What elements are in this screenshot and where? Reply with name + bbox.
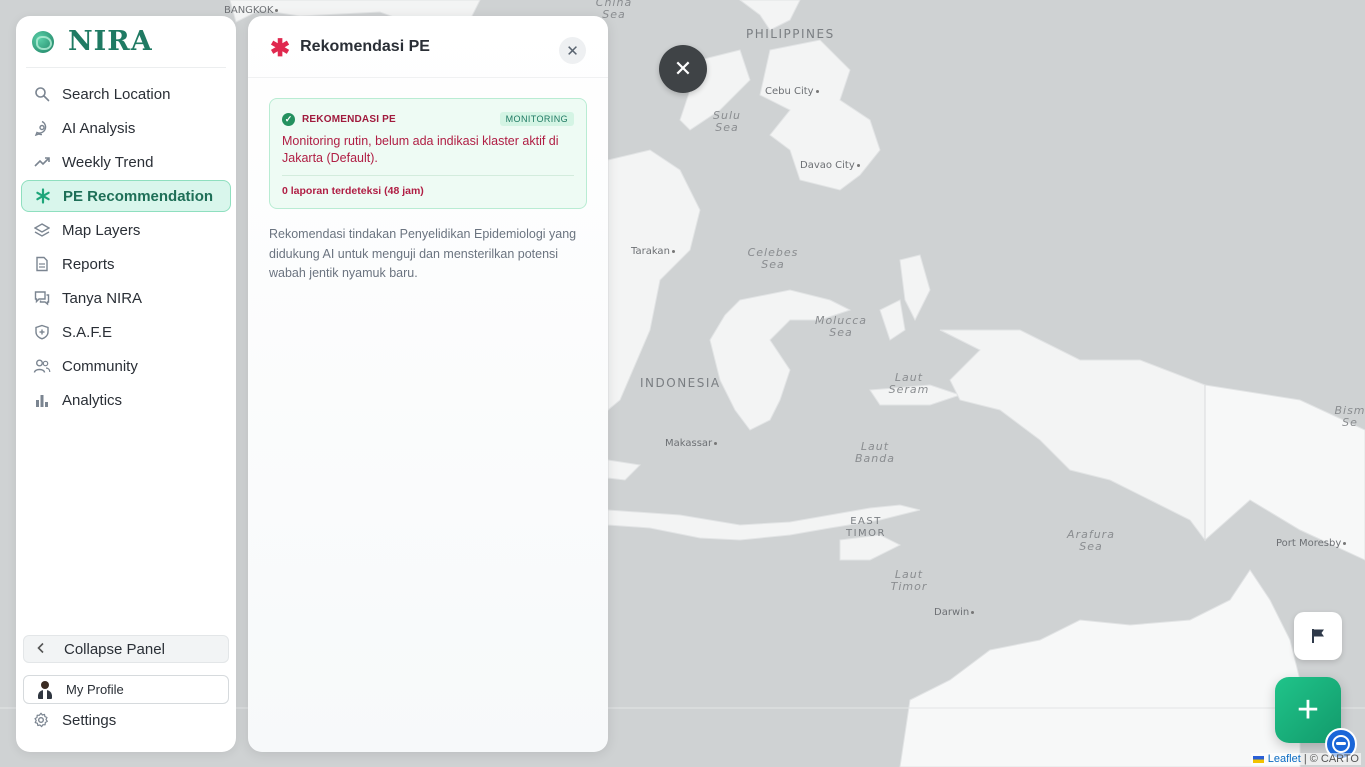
sidebar-item-map-layers[interactable]: Map Layers xyxy=(21,214,231,246)
city-cebu: Cebu City xyxy=(765,86,819,97)
my-profile-label: My Profile xyxy=(66,682,124,697)
sidebar-item-label: S.A.F.E xyxy=(62,323,113,341)
city-port-moresby: Port Moresby xyxy=(1276,538,1346,549)
panel-title: Rekomendasi PE xyxy=(300,37,430,55)
sidebar-item-analytics[interactable]: Analytics xyxy=(21,384,231,416)
map-label-arafura-sea: Arafura Sea xyxy=(1067,528,1115,553)
map-label-indonesia: INDONESIA xyxy=(640,376,721,390)
panel-close-button[interactable]: ✕ xyxy=(559,37,586,64)
collapse-panel-label: Collapse Panel xyxy=(64,640,165,658)
sidebar-item-label: Analytics xyxy=(62,391,123,409)
sidebar-item-label: Map Layers xyxy=(62,221,141,239)
sidebar-item-search-location[interactable]: Search Location xyxy=(21,78,231,110)
settings-label: Settings xyxy=(62,711,117,729)
map-label-seram-sea: Laut Seram xyxy=(888,371,930,396)
city-bangkok: BANGKOK xyxy=(224,5,278,16)
city-tarakan: Tarakan xyxy=(631,246,675,257)
check-circle-icon: ✓ xyxy=(282,112,295,126)
my-profile-button[interactable]: My Profile xyxy=(23,675,229,704)
sidebar-item-community[interactable]: Community xyxy=(21,350,231,382)
sidebar-item-label: Community xyxy=(62,357,138,375)
sidebar-item-weekly-trend[interactable]: Weekly Trend xyxy=(21,146,231,178)
sidebar-item-label: Tanya NIRA xyxy=(62,289,143,307)
logo[interactable]: NIRA xyxy=(26,16,226,68)
plus-icon: + xyxy=(1296,688,1320,731)
ukraine-flag-icon xyxy=(1252,755,1264,763)
map-label-timor-sea: Laut Timor xyxy=(890,568,928,593)
map-label-philippines: PHILIPPINES xyxy=(746,27,835,41)
chat-icon xyxy=(33,289,51,307)
recommendation-card: ✓ REKOMENDASI PE MONITORING Monitoring r… xyxy=(269,98,587,209)
chevron-left-icon xyxy=(36,641,50,658)
sidebar-item-ai-analysis[interactable]: AI Analysis xyxy=(21,112,231,144)
asterisk-icon xyxy=(34,187,52,205)
logo-text: NIRA xyxy=(68,26,153,57)
flag-icon xyxy=(1312,629,1324,643)
map-label-bismarck: Bism Se xyxy=(1334,404,1365,429)
close-icon: ✕ xyxy=(673,56,693,81)
search-icon xyxy=(33,85,51,103)
sidebar-item-label: Reports xyxy=(62,255,115,273)
map-attribution: Leaflet | © CARTO xyxy=(1250,753,1361,765)
sidebar-item-safe[interactable]: S.A.F.E xyxy=(21,316,231,348)
leaflet-link[interactable]: Leaflet xyxy=(1268,753,1301,765)
sidebar-item-tanya-nira[interactable]: Tanya NIRA xyxy=(21,282,231,314)
status-badge: MONITORING xyxy=(499,112,574,126)
divider xyxy=(282,175,574,176)
settings-button[interactable]: Settings xyxy=(21,708,231,732)
sidebar-item-label: PE Recommendation xyxy=(63,187,214,205)
bar-chart-icon xyxy=(33,391,51,409)
globe-logo-icon xyxy=(32,30,54,53)
city-darwin: Darwin xyxy=(934,607,974,618)
community-icon xyxy=(33,357,51,375)
sidebar-item-reports[interactable]: Reports xyxy=(21,248,231,280)
map-label-sulu-sea: Sulu Sea xyxy=(713,109,741,134)
sidebar-item-label: AI Analysis xyxy=(62,119,136,137)
report-icon xyxy=(33,255,51,273)
ai-analysis-icon xyxy=(33,119,51,137)
carto-attribution: | © CARTO xyxy=(1303,753,1359,765)
sidebar-nav: Search Location AI Analysis Weekly Trend… xyxy=(16,68,236,416)
sidebar-item-label: Weekly Trend xyxy=(62,153,154,171)
pe-recommendation-panel: ✱ Rekomendasi PE ✕ ✓ REKOMENDASI PE MONI… xyxy=(248,16,608,752)
map-label-celebes-sea: Celebes Sea xyxy=(747,246,799,271)
close-icon: ✕ xyxy=(566,42,579,60)
layers-icon xyxy=(33,221,51,239)
trend-icon xyxy=(33,153,51,171)
map-label-molucca-sea: Molucca Sea xyxy=(814,314,868,339)
recommendation-label: REKOMENDASI PE xyxy=(302,113,396,125)
report-count: 0 laporan terdeteksi (48 jam) xyxy=(282,185,424,197)
panel-description: Rekomendasi tindakan Penyelidikan Epidem… xyxy=(269,227,577,280)
panel-header: ✱ Rekomendasi PE xyxy=(248,16,608,78)
map-label-east-timor: EAST TIMOR xyxy=(846,516,887,539)
asterisk-icon: ✱ xyxy=(270,34,291,62)
shield-icon xyxy=(33,323,51,341)
map-label-banda-sea: Laut Banda xyxy=(855,440,895,465)
collapse-panel-button[interactable]: Collapse Panel xyxy=(23,635,229,663)
gear-icon xyxy=(33,712,51,728)
sidebar-item-pe-recommendation[interactable]: PE Recommendation xyxy=(21,180,231,212)
map-overlay-close-button[interactable]: ✕ xyxy=(659,45,707,93)
city-davao: Davao City xyxy=(800,160,860,171)
report-flag-button[interactable] xyxy=(1294,612,1342,660)
avatar xyxy=(36,680,54,699)
city-makassar: Makassar xyxy=(665,438,717,449)
recommendation-message: Monitoring rutin, belum ada indikasi kla… xyxy=(282,134,559,165)
sidebar: NIRA Search Location AI Analysis Weekly … xyxy=(16,16,236,752)
help-icon xyxy=(1332,735,1350,753)
sidebar-item-label: Search Location xyxy=(62,85,171,103)
